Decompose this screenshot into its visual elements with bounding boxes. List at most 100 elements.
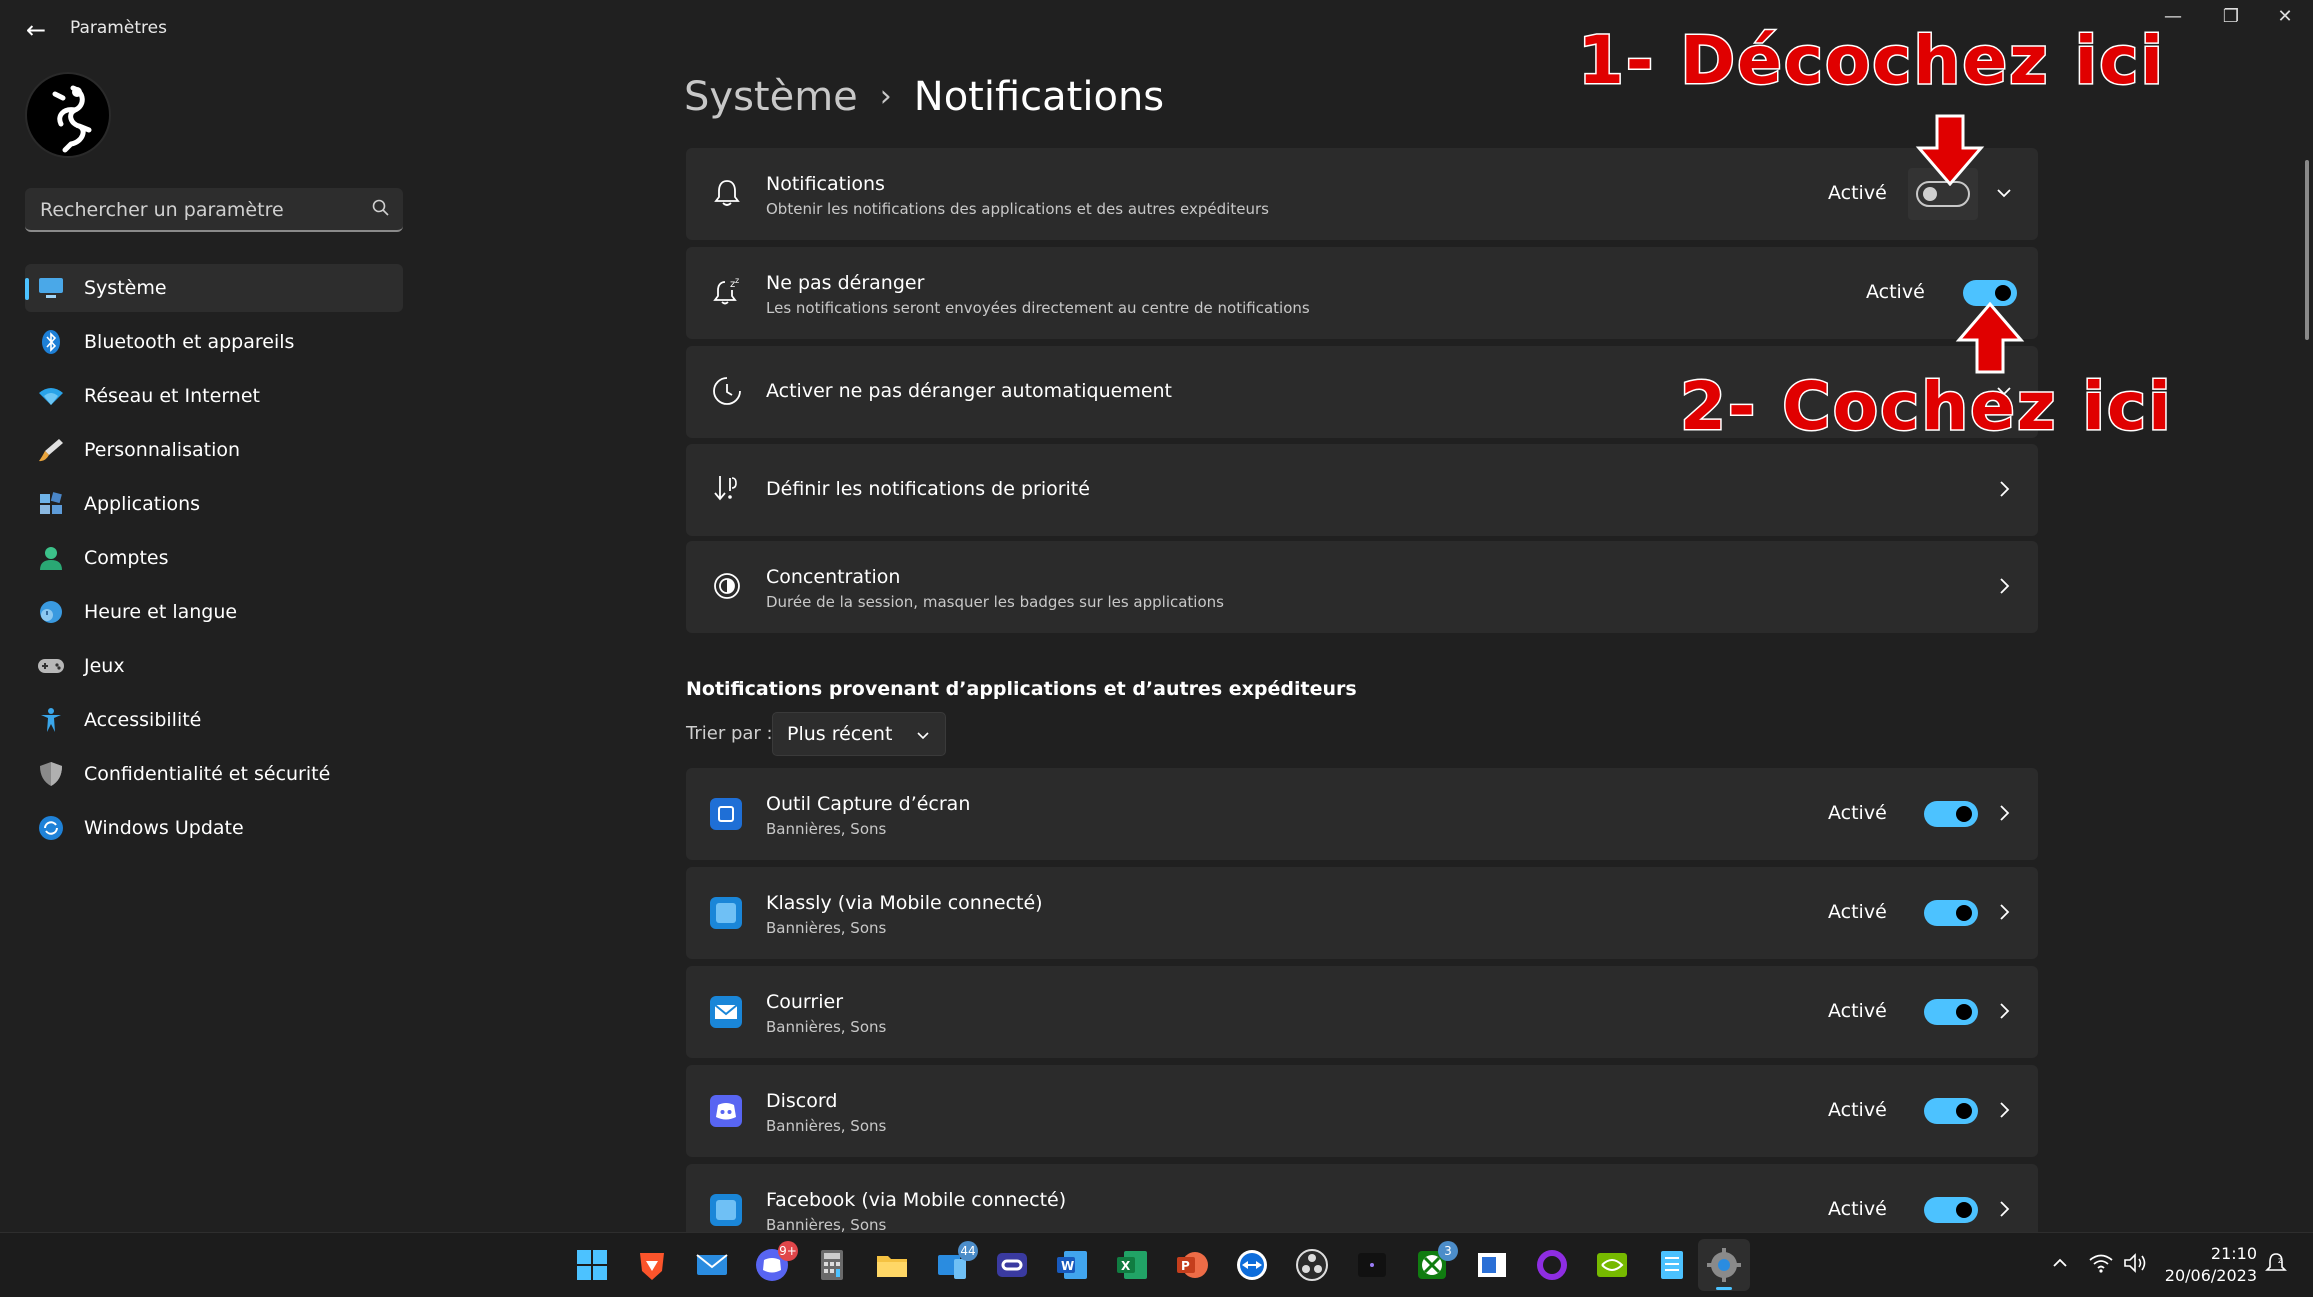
avatar[interactable] [25, 72, 111, 158]
notification-badge: 44 [958, 1241, 978, 1261]
sidebar-item-label: Applications [84, 493, 201, 515]
shield-icon [40, 762, 62, 786]
excel-icon[interactable]: X [1114, 1247, 1150, 1283]
chevron-right-icon[interactable] [1994, 798, 2014, 828]
sidebar-item-applications[interactable]: Applications [25, 480, 403, 528]
start-icon[interactable] [574, 1247, 610, 1283]
app-toggle[interactable] [1924, 1098, 1978, 1124]
phone-link-icon[interactable]: 44 [934, 1241, 978, 1283]
app-toggle[interactable] [1924, 801, 1978, 827]
chevron-down-icon[interactable] [1994, 178, 2014, 208]
app-name: Outil Capture d’écran [766, 793, 971, 815]
sidebar-item-comptes[interactable]: Comptes [25, 534, 403, 582]
sidebar-item-confidentialite[interactable]: Confidentialité et sécurité [25, 750, 403, 798]
app-row-klassly[interactable]: Klassly (via Mobile connecté) Bannières,… [686, 867, 2038, 959]
setting-subtitle: Les notifications seront envoyées direct… [766, 299, 1310, 317]
chevron-right-icon[interactable] [1994, 1194, 2014, 1224]
back-button[interactable]: ← [22, 14, 50, 46]
breadcrumb-parent[interactable]: Système [684, 74, 858, 120]
app-icon[interactable] [1474, 1247, 1510, 1283]
sidebar-item-personnalisation[interactable]: Personnalisation [25, 426, 403, 474]
obs-icon[interactable] [1294, 1247, 1330, 1283]
app-row-facebook[interactable]: Facebook (via Mobile connecté) Bannières… [686, 1164, 2038, 1232]
snipping-tool-icon [710, 798, 742, 830]
mail-icon[interactable] [694, 1247, 730, 1283]
phone-link-icon [710, 897, 742, 929]
chevron-right-icon[interactable] [1994, 474, 2014, 504]
nvidia-icon[interactable] [1594, 1247, 1630, 1283]
svg-text:z: z [735, 276, 739, 285]
notepad-icon[interactable] [1654, 1247, 1690, 1283]
app-row-courrier[interactable]: Courrier Bannières, Sons Activé [686, 966, 2038, 1058]
toggle-state-label: Activé [1828, 901, 1887, 923]
focus-icon [714, 573, 740, 599]
setting-title: Ne pas déranger [766, 272, 925, 294]
sidebar-item-bluetooth[interactable]: Bluetooth et appareils [25, 318, 403, 366]
oculus-icon[interactable] [994, 1247, 1030, 1283]
app-toggle[interactable] [1924, 1197, 1978, 1223]
chevron-right-icon[interactable] [1994, 1095, 2014, 1125]
brave-icon[interactable] [634, 1247, 670, 1283]
sidebar-item-label: Jeux [84, 655, 125, 677]
monitor-icon [39, 278, 63, 298]
close-button[interactable]: ✕ [2250, 0, 2313, 34]
search-box[interactable]: Rechercher un paramètre [25, 188, 403, 232]
clock[interactable]: 21:10 20/06/2023 [2165, 1243, 2257, 1287]
setting-concentration[interactable]: Concentration Durée de la session, masqu… [686, 541, 2038, 633]
app-detail: Bannières, Sons [766, 1216, 887, 1232]
teamviewer-icon[interactable] [1234, 1247, 1270, 1283]
phone-link-icon [710, 1194, 742, 1226]
powerpoint-icon[interactable]: P [1174, 1247, 1210, 1283]
explorer-icon[interactable] [874, 1247, 910, 1283]
sidebar-item-label: Bluetooth et appareils [84, 331, 295, 353]
sidebar-item-heure-langue[interactable]: Heure et langue [25, 588, 403, 636]
sidebar-item-systeme[interactable]: Système [25, 264, 403, 312]
clock-icon [713, 377, 741, 405]
sidebar-item-label: Comptes [84, 547, 169, 569]
bell-icon [714, 180, 740, 206]
sidebar-item-reseau[interactable]: Réseau et Internet [25, 372, 403, 420]
word-icon[interactable]: W [1054, 1247, 1090, 1283]
sidebar-item-jeux[interactable]: Jeux [25, 642, 403, 690]
xbox-icon[interactable]: 3 [1414, 1241, 1458, 1283]
breadcrumb-separator: › [879, 79, 892, 114]
scrollbar[interactable] [2305, 160, 2309, 340]
sidebar-item-windows-update[interactable]: Windows Update [25, 804, 403, 852]
setting-priorite[interactable]: Définir les notifications de priorité [686, 444, 2038, 536]
setting-subtitle: Obtenir les notifications des applicatio… [766, 200, 1269, 218]
chevron-right-icon[interactable] [1994, 571, 2014, 601]
setting-notifications[interactable]: Notifications Obtenir les notifications … [686, 148, 2038, 240]
sort-dropdown[interactable]: Plus récent [772, 712, 946, 756]
toggle-state-label: Activé [1828, 182, 1887, 204]
app-toggle[interactable] [1924, 999, 1978, 1025]
app-toggle[interactable] [1924, 900, 1978, 926]
chevron-right-icon[interactable] [1994, 996, 2014, 1026]
sidebar-item-accessibilite[interactable]: Accessibilité [25, 696, 403, 744]
setting-ne-pas-deranger[interactable]: zz Ne pas déranger Les notifications ser… [686, 247, 2038, 339]
chevron-up-icon[interactable] [2050, 1253, 2070, 1273]
app-row-capture[interactable]: Outil Capture d’écran Bannières, Sons Ac… [686, 768, 2038, 860]
cortana-icon[interactable] [1534, 1247, 1570, 1283]
wifi-icon[interactable] [2088, 1251, 2114, 1275]
app-detail: Bannières, Sons [766, 1117, 887, 1135]
app-detail: Bannières, Sons [766, 919, 887, 937]
settings-icon[interactable] [1698, 1239, 1750, 1291]
discord-icon[interactable]: 9+ [754, 1241, 798, 1283]
notification-badge: 3 [1438, 1241, 1458, 1261]
toggle-state-label: Activé [1828, 1099, 1887, 1121]
mail-icon [710, 996, 742, 1028]
app-row-facebook-clip: Facebook (via Mobile connecté) Bannières… [686, 1164, 2038, 1232]
app-row-discord[interactable]: Discord Bannières, Sons Activé [686, 1065, 2038, 1157]
active-indicator [25, 278, 29, 300]
toggle-state-label: Activé [1828, 802, 1887, 824]
volume-icon[interactable] [2122, 1251, 2148, 1275]
chevron-right-icon[interactable] [1994, 897, 2014, 927]
toggle-knob [1956, 1202, 1972, 1218]
calculator-icon[interactable] [814, 1247, 850, 1283]
terminal-icon[interactable] [1354, 1247, 1390, 1283]
notification-bell-icon[interactable]: z [2264, 1251, 2288, 1277]
app-detail: Bannières, Sons [766, 1018, 887, 1036]
search-input[interactable]: Rechercher un paramètre [40, 199, 284, 221]
sidebar-item-label: Réseau et Internet [84, 385, 260, 407]
sidebar-item-label: Confidentialité et sécurité [84, 763, 331, 785]
